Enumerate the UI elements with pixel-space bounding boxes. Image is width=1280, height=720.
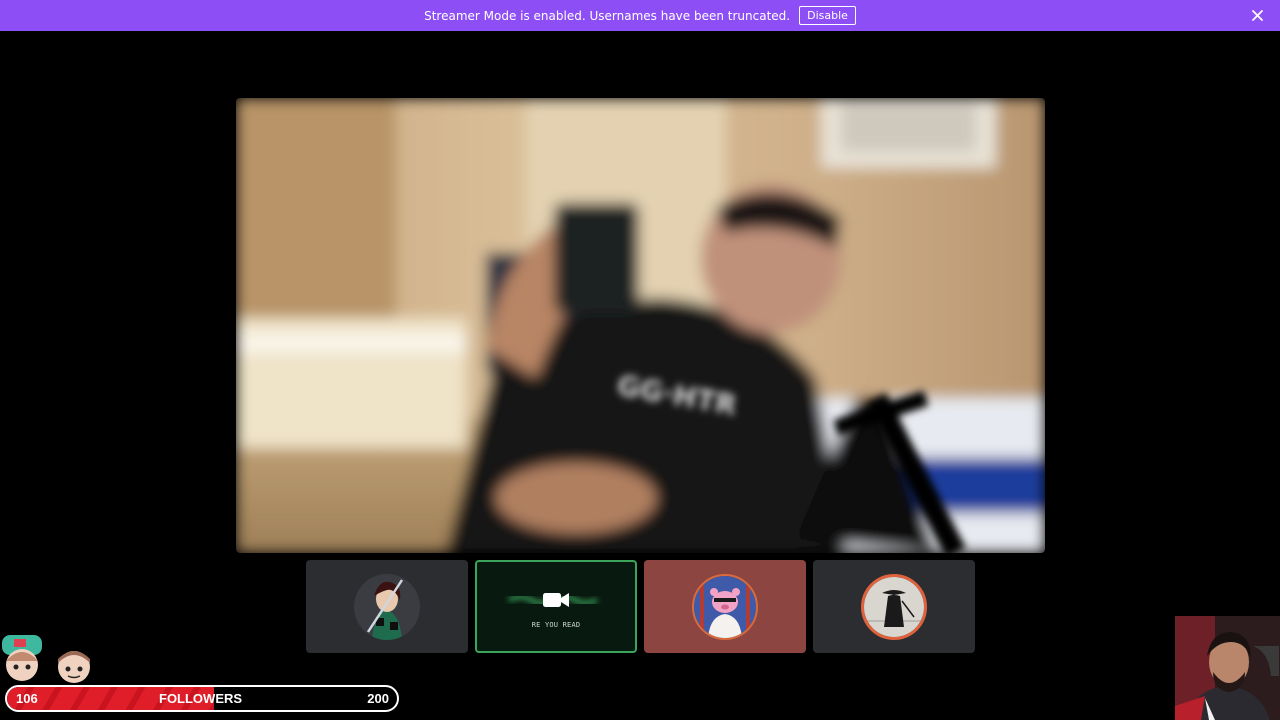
banner-message: Streamer Mode is enabled. Usernames have…: [424, 8, 791, 23]
avatar-anime-swordsman: [354, 573, 420, 640]
followers-goal-bar: 106 FOLLOWERS 200: [5, 685, 399, 712]
video-frame: GG·HTR: [236, 98, 1045, 553]
main-video-stream[interactable]: GG·HTR: [236, 98, 1045, 553]
emote-row: [0, 633, 100, 683]
video-preview: [501, 585, 611, 615]
video-camera-icon: [543, 592, 569, 607]
followers-goal: 200: [367, 691, 389, 706]
avatar-samurai-silhouette: [861, 573, 927, 640]
followers-current: 106: [16, 691, 38, 706]
emote-character-2-icon: [58, 651, 90, 683]
participant-tile-3[interactable]: [644, 560, 806, 653]
streamer-facecam: [1175, 616, 1280, 720]
streamer-mode-banner: Streamer Mode is enabled. Usernames have…: [0, 0, 1280, 31]
participant-tile-1[interactable]: [306, 560, 468, 653]
tile-caption: RE YOU READ: [531, 620, 581, 629]
close-icon[interactable]: [1249, 7, 1266, 24]
participant-tile-2-speaking[interactable]: RE YOU READ: [475, 560, 637, 653]
emote-character-1-icon: [2, 635, 42, 681]
participant-tile-4[interactable]: [813, 560, 975, 653]
disable-button[interactable]: Disable: [799, 6, 856, 25]
avatar-pink-bear: [692, 573, 758, 640]
followers-label: FOLLOWERS: [159, 691, 243, 706]
